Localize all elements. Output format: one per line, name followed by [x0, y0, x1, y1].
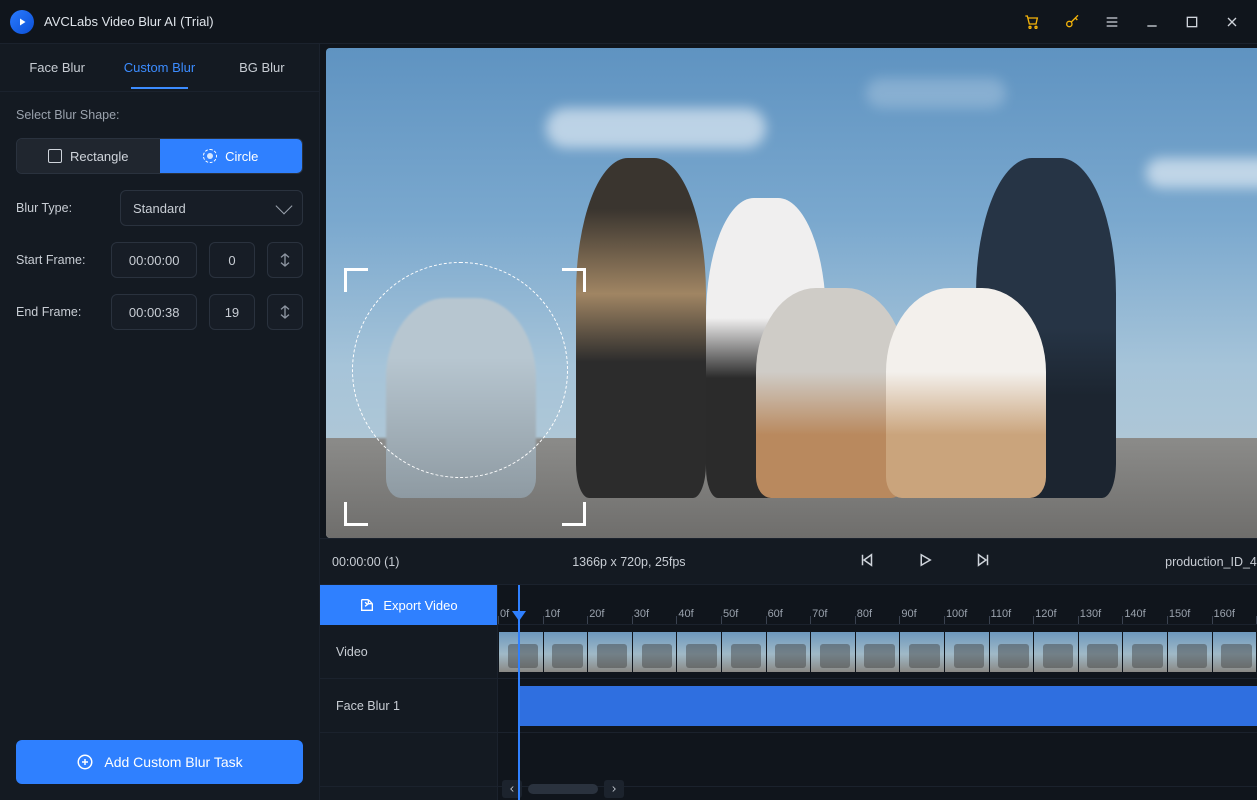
video-thumbnail[interactable] — [1212, 632, 1257, 672]
close-icon[interactable] — [1223, 13, 1241, 31]
video-thumbnail[interactable] — [632, 632, 677, 672]
ruler-tick: 70f — [810, 608, 855, 620]
end-snap-button[interactable] — [267, 294, 303, 330]
export-label: Export Video — [383, 598, 457, 613]
scroll-right-button[interactable] — [604, 780, 624, 798]
ruler-tick: 90f — [899, 608, 944, 620]
circle-icon — [203, 149, 217, 163]
start-frame-label: Start Frame: — [16, 253, 99, 267]
player-filename: production_ID_488045... — [1165, 555, 1257, 569]
crop-handle-br[interactable] — [562, 502, 586, 526]
ruler-tick: 130f — [1078, 608, 1123, 620]
track-label-blur: Face Blur 1 — [320, 679, 497, 733]
scroll-thumb[interactable] — [528, 784, 598, 794]
app-title: AVCLabs Video Blur AI (Trial) — [44, 14, 214, 29]
next-frame-button[interactable] — [974, 551, 992, 572]
ruler-tick: 80f — [855, 608, 900, 620]
video-thumbnail[interactable] — [944, 632, 989, 672]
ruler-tick: 40f — [676, 608, 721, 620]
crop-handle-tr[interactable] — [562, 268, 586, 292]
ruler-tick: 60f — [766, 608, 811, 620]
shape-rectangle-button[interactable]: Rectangle — [17, 139, 160, 173]
blur-type-label: Blur Type: — [16, 201, 108, 215]
app-logo-icon — [10, 10, 34, 34]
start-snap-button[interactable] — [267, 242, 303, 278]
blur-type-select[interactable]: Standard — [120, 190, 303, 226]
track-label-video: Video — [320, 625, 497, 679]
maximize-icon[interactable] — [1183, 13, 1201, 31]
play-button[interactable] — [916, 551, 934, 572]
timeline-ruler[interactable]: 0f10f20f30f40f50f60f70f80f90f100f110f120… — [498, 585, 1257, 625]
video-thumbnail[interactable] — [989, 632, 1034, 672]
tab-face-blur[interactable]: Face Blur — [6, 46, 108, 89]
start-time-input[interactable]: 00:00:00 — [111, 242, 197, 278]
video-thumbnail[interactable] — [766, 632, 811, 672]
shape-label: Select Blur Shape: — [16, 108, 303, 122]
ruler-tick: 50f — [721, 608, 766, 620]
video-thumbnail[interactable] — [1078, 632, 1123, 672]
timeline-scrollbar — [498, 780, 1257, 798]
shape-toggle: Rectangle Circle — [16, 138, 303, 174]
titlebar: AVCLabs Video Blur AI (Trial) — [0, 0, 1257, 44]
blur-type-value: Standard — [133, 201, 186, 216]
ruler-tick: 140f — [1122, 608, 1167, 620]
player-bar: 00:00:00 (1) 1366p x 720p, 25fps product… — [320, 538, 1257, 584]
ruler-tick: 160f — [1212, 608, 1257, 620]
ruler-tick: 20f — [587, 608, 632, 620]
end-time-input[interactable]: 00:00:38 — [111, 294, 197, 330]
cart-icon[interactable] — [1023, 13, 1041, 31]
timeline: Export Video Video Face Blur 1 0f10f20f3… — [320, 584, 1257, 800]
prev-frame-button[interactable] — [858, 551, 876, 572]
minimize-icon[interactable] — [1143, 13, 1161, 31]
export-video-button[interactable]: Export Video — [320, 585, 497, 625]
track-label-empty — [320, 733, 497, 787]
playhead[interactable] — [518, 585, 520, 800]
video-preview[interactable] — [326, 48, 1257, 538]
video-thumbnail[interactable] — [1122, 632, 1167, 672]
ruler-tick: 10f — [543, 608, 588, 620]
shape-circle-label: Circle — [225, 149, 258, 164]
rectangle-icon — [48, 149, 62, 163]
player-info: 1366p x 720p, 25fps — [572, 555, 685, 569]
tab-custom-blur[interactable]: Custom Blur — [108, 46, 210, 89]
player-position: 00:00:00 (1) — [332, 555, 399, 569]
video-thumbnail[interactable] — [1167, 632, 1212, 672]
end-frame-input[interactable]: 19 — [209, 294, 254, 330]
video-thumbnail[interactable] — [498, 632, 543, 672]
end-frame-label: End Frame: — [16, 305, 99, 319]
ruler-tick: 150f — [1167, 608, 1212, 620]
add-custom-blur-task-button[interactable]: Add Custom Blur Task — [16, 740, 303, 784]
crop-handle-tl[interactable] — [344, 268, 368, 292]
ruler-tick: 30f — [632, 608, 677, 620]
video-thumbnail[interactable] — [676, 632, 721, 672]
tab-bg-blur[interactable]: BG Blur — [211, 46, 313, 89]
blur-track[interactable] — [498, 679, 1257, 733]
video-thumbnail[interactable] — [855, 632, 900, 672]
start-frame-input[interactable]: 0 — [209, 242, 254, 278]
video-thumbnail[interactable] — [721, 632, 766, 672]
ruler-tick: 120f — [1033, 608, 1078, 620]
ruler-tick: 110f — [989, 608, 1034, 620]
shape-rectangle-label: Rectangle — [70, 149, 129, 164]
ruler-tick: 100f — [944, 608, 989, 620]
blur-tabs: Face Blur Custom Blur BG Blur — [0, 44, 319, 92]
add-task-label: Add Custom Blur Task — [104, 754, 242, 770]
video-thumbnail[interactable] — [810, 632, 855, 672]
video-thumbnail[interactable] — [587, 632, 632, 672]
crop-handle-bl[interactable] — [344, 502, 368, 526]
empty-track — [498, 733, 1257, 787]
video-thumbnail[interactable] — [543, 632, 588, 672]
video-track[interactable] — [498, 625, 1257, 679]
menu-icon[interactable] — [1103, 13, 1121, 31]
blur-clip[interactable] — [518, 686, 1257, 726]
chevron-down-icon — [276, 198, 293, 215]
sidebar: Face Blur Custom Blur BG Blur Select Blu… — [0, 44, 320, 800]
key-icon[interactable] — [1063, 13, 1081, 31]
video-thumbnail[interactable] — [1033, 632, 1078, 672]
video-thumbnail[interactable] — [899, 632, 944, 672]
blur-region-circle[interactable] — [352, 262, 568, 478]
shape-circle-button[interactable]: Circle — [160, 139, 303, 173]
